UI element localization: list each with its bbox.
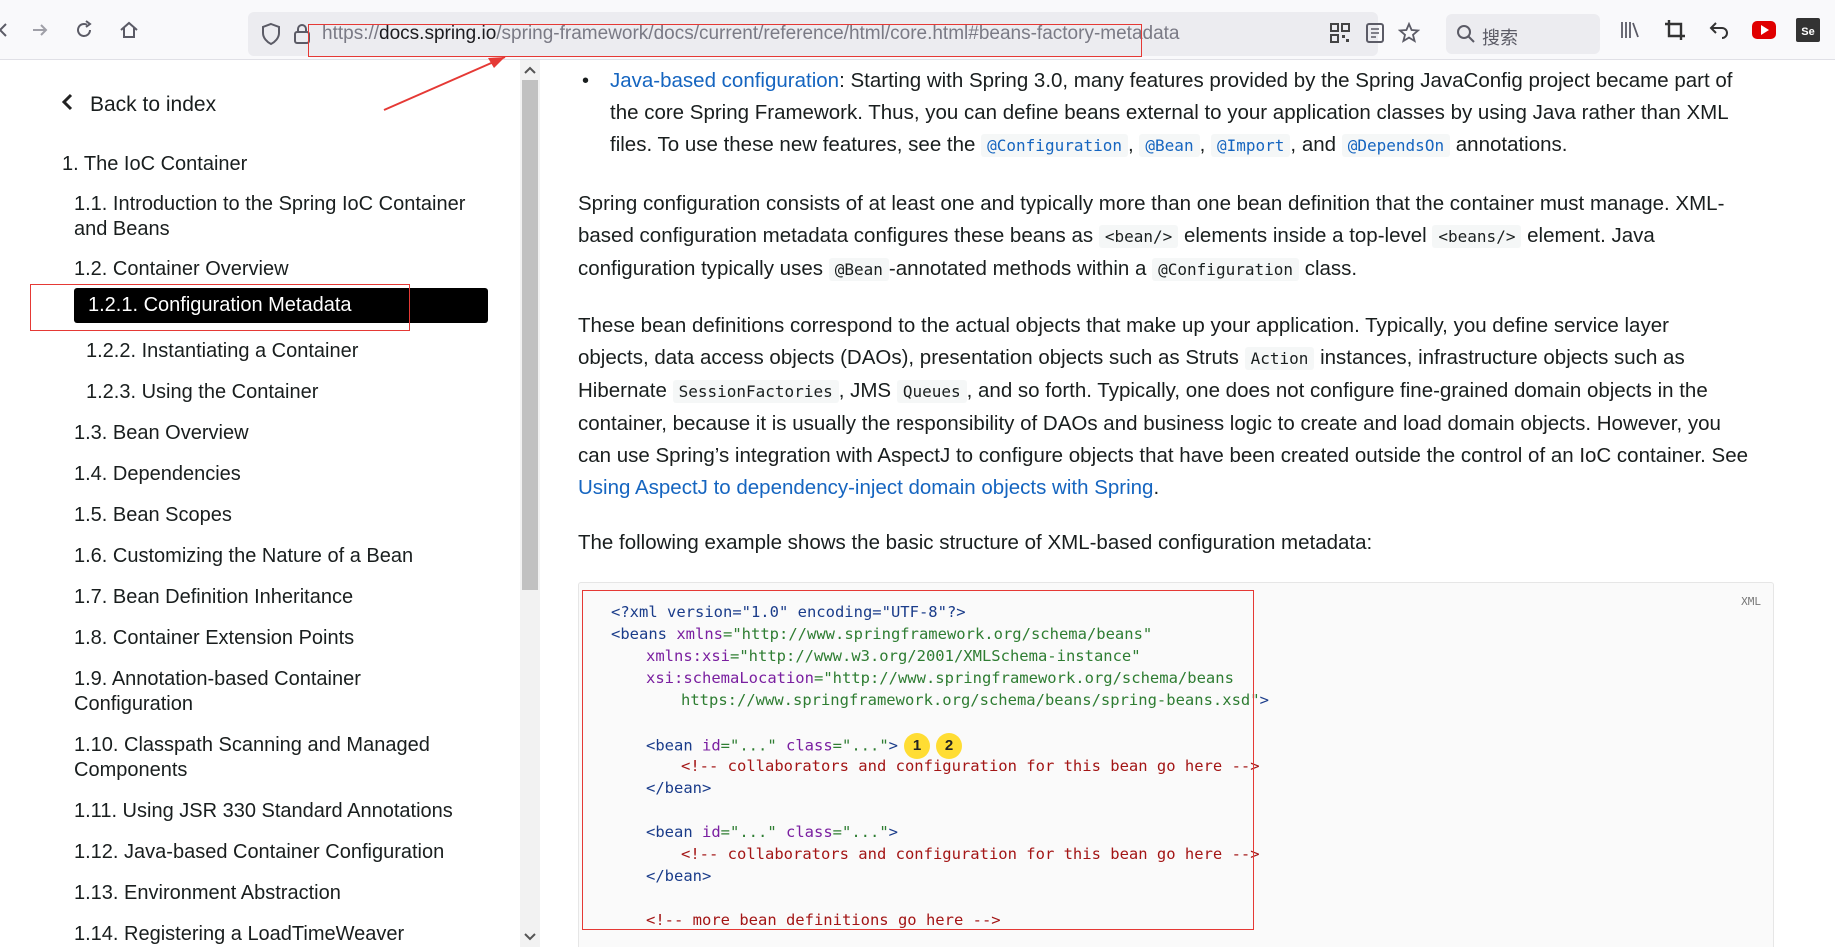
toc-item[interactable]: 1.11. Using JSR 330 Standard Annotations	[74, 799, 453, 824]
scroll-down-icon[interactable]	[520, 927, 540, 947]
toc-item[interactable]: 1. The IoC Container	[62, 152, 247, 177]
toc-item[interactable]: 1.9. Annotation-based Container	[74, 667, 361, 692]
extension-se-icon[interactable]: Se	[1792, 14, 1824, 46]
sidebar-scroll-thumb[interactable]	[522, 80, 538, 590]
toc-item[interactable]: 1.2.2. Instantiating a Container	[86, 339, 358, 364]
shield-icon[interactable]	[260, 22, 282, 50]
code-dependson[interactable]: @DependsOn	[1341, 134, 1451, 157]
home-icon[interactable]	[113, 14, 145, 46]
toc-item[interactable]: 1.3. Bean Overview	[74, 421, 249, 446]
toc-item[interactable]: 1.2.3. Using the Container	[86, 380, 318, 405]
search-box[interactable]: 搜索	[1446, 14, 1600, 54]
code-import[interactable]: @Import	[1210, 134, 1291, 157]
toc-item[interactable]: 1.6. Customizing the Nature of a Bean	[74, 544, 413, 569]
annotation-box-code	[582, 590, 1254, 930]
toc-sidebar: Back to index 1. The IoC Container 1.1. …	[0, 60, 520, 947]
toc-item[interactable]: 1.10. Classpath Scanning and Managed	[74, 733, 430, 758]
svg-text:Se: Se	[1801, 26, 1814, 38]
crop-icon[interactable]	[1659, 14, 1691, 46]
code-language-label: XML	[1741, 595, 1761, 608]
paragraph-example-intro: The following example shows the basic st…	[578, 531, 1373, 554]
code-bean[interactable]: @Bean	[1139, 134, 1200, 157]
toc-item[interactable]: 1.7. Bean Definition Inheritance	[74, 585, 353, 610]
toc-item[interactable]: 1.4. Dependencies	[74, 462, 241, 487]
reader-view-icon[interactable]	[1366, 23, 1384, 47]
toc-item[interactable]: 1.2. Container Overview	[74, 257, 289, 282]
toc-item[interactable]: 1.1. Introduction to the Spring IoC Cont…	[74, 192, 465, 217]
annotation-box-toc	[30, 284, 410, 331]
toc-item[interactable]: 1.13. Environment Abstraction	[74, 881, 341, 906]
java-config-link[interactable]: Java-based configuration	[610, 69, 839, 92]
toc-item[interactable]: 1.12. Java-based Container Configuration	[74, 840, 444, 865]
qr-code-icon[interactable]	[1330, 23, 1350, 47]
scroll-up-icon[interactable]	[520, 60, 540, 80]
bullet-java-config: • Java-based configuration: Starting wit…	[582, 65, 1760, 162]
aspectj-link[interactable]: Using AspectJ to dependency-inject domai…	[578, 476, 1153, 499]
bookmark-star-icon[interactable]	[1397, 21, 1421, 48]
toc-item[interactable]: Configuration	[74, 692, 193, 717]
code-configuration[interactable]: @Configuration	[981, 134, 1128, 157]
toc-item[interactable]: 1.8. Container Extension Points	[74, 626, 354, 651]
back-to-index-link[interactable]: Back to index	[60, 92, 216, 118]
back-nav-icon[interactable]	[0, 14, 20, 46]
toc-item[interactable]: 1.5. Bean Scopes	[74, 503, 232, 528]
library-icon[interactable]	[1614, 14, 1646, 46]
reload-icon[interactable]	[68, 14, 100, 46]
video-extension-icon[interactable]	[1748, 14, 1780, 46]
forward-nav-icon[interactable]	[24, 14, 56, 46]
toc-item[interactable]: 1.14. Registering a LoadTimeWeaver	[74, 922, 404, 947]
paragraph-bean-definitions: These bean definitions correspond to the…	[578, 314, 1749, 499]
annotation-box-url	[308, 24, 1142, 57]
bullet-marker: •	[582, 70, 590, 92]
search-icon	[1456, 24, 1476, 48]
undo-icon[interactable]	[1703, 14, 1735, 46]
paragraph-config: Spring configuration consists of at leas…	[578, 192, 1725, 281]
toc-item[interactable]: and Beans	[74, 217, 170, 242]
search-placeholder: 搜索	[1482, 28, 1518, 49]
toc-item[interactable]: Components	[74, 758, 187, 783]
chevron-left-icon	[60, 92, 90, 118]
